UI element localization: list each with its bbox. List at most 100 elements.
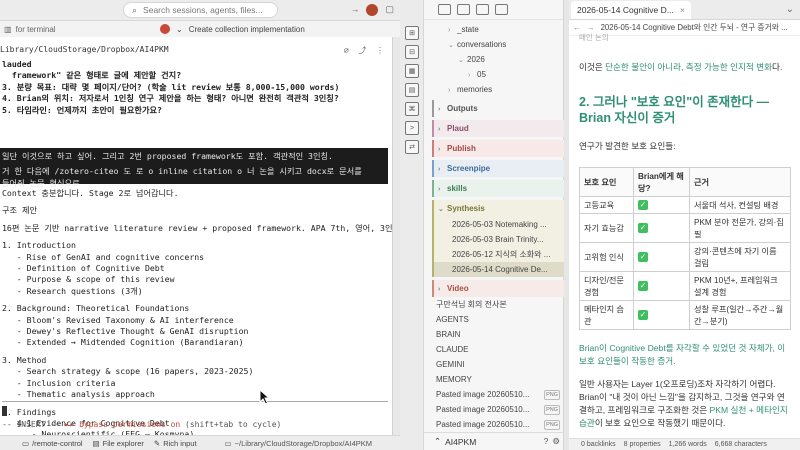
evidence-cell: PKM 분야 전문가, 강의·집필 <box>689 213 791 243</box>
rich-input-label: Rich input <box>163 438 197 448</box>
text-cursor[interactable] <box>2 406 7 416</box>
close-icon[interactable]: × <box>680 5 685 15</box>
more-icon[interactable]: ⋮ <box>376 46 384 55</box>
tree-file[interactable]: 2026-05-14 Cognitive De... <box>434 262 564 277</box>
chevron-icon: › <box>438 106 441 113</box>
terminal-pane[interactable]: Library/CloudStorage/Dropbox/AI4PKM ⌀ ⤴ … <box>0 37 392 435</box>
check-icon: ✓ <box>638 281 648 291</box>
forward-icon[interactable]: → <box>350 4 359 16</box>
cwd-path[interactable]: ▭ ~/Library/CloudStorage/Dropbox/AI4PKM <box>225 439 372 448</box>
gear-icon[interactable]: ⚙ <box>552 436 560 447</box>
search-icon: ⌕ <box>132 4 138 15</box>
remote-control-label: /remote-control <box>32 438 83 448</box>
file-type-badge: PNG <box>544 405 560 415</box>
evidence-cell: 성찰 루프(일간→주간→월간→분기) <box>689 300 791 330</box>
session-search-input[interactable]: ⌕ Search sessions, agents, files... <box>123 2 278 18</box>
ribbon-graph-icon[interactable]: ⊞ <box>405 26 419 40</box>
ribbon-command-icon[interactable]: ⌘ <box>405 102 419 116</box>
tree-file[interactable]: Pasted image 20260510... PNG <box>424 402 564 417</box>
tree-folder-video[interactable]: › Video <box>432 280 564 297</box>
tree-file[interactable]: 2026-05-03 Brain Trinity... <box>434 232 564 247</box>
tab-list-icon[interactable]: ⌄ <box>786 4 794 15</box>
applies-cell: ✓ <box>633 213 690 243</box>
factor-cell: 디자인/전문 경험 <box>579 271 634 301</box>
tree-file[interactable]: BRAIN <box>424 327 564 342</box>
folder-small-icon: ▭ <box>224 438 232 448</box>
tree-label: MEMORY <box>436 375 472 384</box>
tree-folder-item[interactable]: › _state <box>424 22 564 37</box>
tree-file[interactable]: CLAUDE <box>424 342 564 357</box>
chevron-icon: › <box>438 126 441 133</box>
properties-count[interactable]: 8 properties <box>624 441 661 448</box>
ribbon-template-icon[interactable]: ▤ <box>405 83 419 97</box>
tree-folder-synthesis[interactable]: ⌄ Synthesis <box>432 200 564 217</box>
rich-input-button[interactable]: ✎ Rich input <box>154 439 197 448</box>
panel-toggle-icon[interactable]: ▢ <box>385 4 394 16</box>
tree-folder[interactable]: › Screenpipe <box>432 160 564 177</box>
tree-folder-item[interactable]: ⌄ 2026 <box>424 52 564 67</box>
body-text-end: 이 보호 요인으로 작동했기 때문이다. <box>594 418 726 428</box>
ribbon-canvas-icon[interactable]: ⊟ <box>405 45 419 59</box>
tree-file[interactable]: Pasted image 20260510... PNG <box>424 417 564 432</box>
ribbon-daily-note-icon[interactable]: ▦ <box>405 64 419 78</box>
share-icon[interactable]: ⤴ <box>358 46 366 55</box>
remote-control-button[interactable]: ▭/remote-control <box>22 439 83 448</box>
tree-label: 2026-05-14 Cognitive De... <box>452 265 548 274</box>
collapse-icon[interactable] <box>495 4 508 15</box>
attach-icon[interactable]: ⌀ <box>344 46 349 55</box>
tree-file[interactable]: GEMINI <box>424 357 564 372</box>
sidebar-toggle-icon[interactable]: ▥ <box>4 25 12 34</box>
tree-file[interactable]: 2026-05-12 지식의 소화와 ... <box>434 247 564 262</box>
file-type-badge: PNG <box>544 420 560 430</box>
lead-paragraph: 연구가 발견한 보호 요인들: <box>579 141 676 151</box>
terminal-path-row: Library/CloudStorage/Dropbox/AI4PKM ⌀ ⤴ … <box>0 45 392 57</box>
backlinks-count[interactable]: 0 backlinks <box>581 441 616 448</box>
terminal-line: 1. Introduction <box>2 240 76 251</box>
note-content[interactable]: 매인 논의 이것은 단순한 불안이 아니라, 측정 가능한 인지적 변화다. 2… <box>579 33 791 430</box>
tree-file[interactable]: Pasted image 20260510... PNG <box>424 387 564 402</box>
tree-folder[interactable]: › Plaud <box>432 120 564 137</box>
tree-folder[interactable]: › Outputs <box>432 100 564 117</box>
tree-label: Publish <box>447 144 476 153</box>
input-divider <box>2 401 388 402</box>
tree-label: 05 <box>477 70 486 79</box>
tree-folder-item[interactable]: › memories <box>424 82 564 97</box>
tree-file[interactable]: 구만석님 회의 전사본 <box>424 297 564 312</box>
vault-switcher[interactable]: ⌃ AI4PKM ? ⚙ <box>424 432 564 450</box>
back-icon[interactable]: ← <box>573 23 581 32</box>
ribbon-terminal-icon[interactable]: > <box>405 121 419 135</box>
tree-folder[interactable]: › Publish <box>432 140 564 157</box>
new-note-icon[interactable] <box>438 4 451 15</box>
session-chevron-icon[interactable]: ⌄ <box>176 25 183 34</box>
terminal-line: 3. 분량 목표: 대략 몇 페이지/단어? (학술 lit review 보통… <box>2 81 340 92</box>
user-message-block: 일단 이것으로 하고 싶어. 그리고 2번 proposed framework… <box>0 148 388 188</box>
applies-cell: ✓ <box>633 271 690 301</box>
table-header: Brian에게 해당? <box>633 167 690 197</box>
help-icon[interactable]: ? <box>544 436 549 447</box>
applies-cell: ✓ <box>633 196 690 214</box>
ribbon-random-icon[interactable]: ⇄ <box>405 140 419 154</box>
tree-label: memories <box>457 85 493 94</box>
pane-splitter[interactable] <box>392 37 400 435</box>
tree-folder[interactable]: › skills <box>432 180 564 197</box>
bypass-permissions-label[interactable]: ▸▸ bypass permissions on <box>65 420 181 429</box>
evidence-cell: PKM 10년+, 프레임워크 설계 경험 <box>689 271 791 301</box>
mode-status-line: -- INSERT -- ▸▸ bypass permissions on (s… <box>2 420 281 429</box>
tree-folder-item[interactable]: ⌄ conversations <box>424 37 564 52</box>
sort-icon[interactable] <box>476 4 489 15</box>
tree-file[interactable]: MEMORY <box>424 372 564 387</box>
tree-file[interactable]: AGENTS <box>424 312 564 327</box>
avatar[interactable] <box>366 4 379 16</box>
tree-label: BRAIN <box>436 330 461 339</box>
tab-cognitive-debt[interactable]: 2026-05-14 Cognitive D... × <box>571 0 691 19</box>
new-folder-icon[interactable] <box>457 4 470 15</box>
file-explorer-button[interactable]: ▤ File explorer <box>93 439 144 448</box>
forward-nav-icon[interactable]: → <box>587 23 595 32</box>
factor-cell: 고등교육 <box>579 196 634 214</box>
tree-label: Video <box>447 284 469 293</box>
session-title[interactable]: Create collection implementation <box>189 25 305 34</box>
note-pane: 2026-05-14 Cognitive D... × ⌄ ← → 2026-0… <box>569 0 800 450</box>
search-placeholder: Search sessions, agents, files... <box>143 5 263 15</box>
tree-file[interactable]: 2026-05-03 Notemaking ... <box>434 217 564 232</box>
tree-folder-item[interactable]: › 05 <box>424 67 564 82</box>
